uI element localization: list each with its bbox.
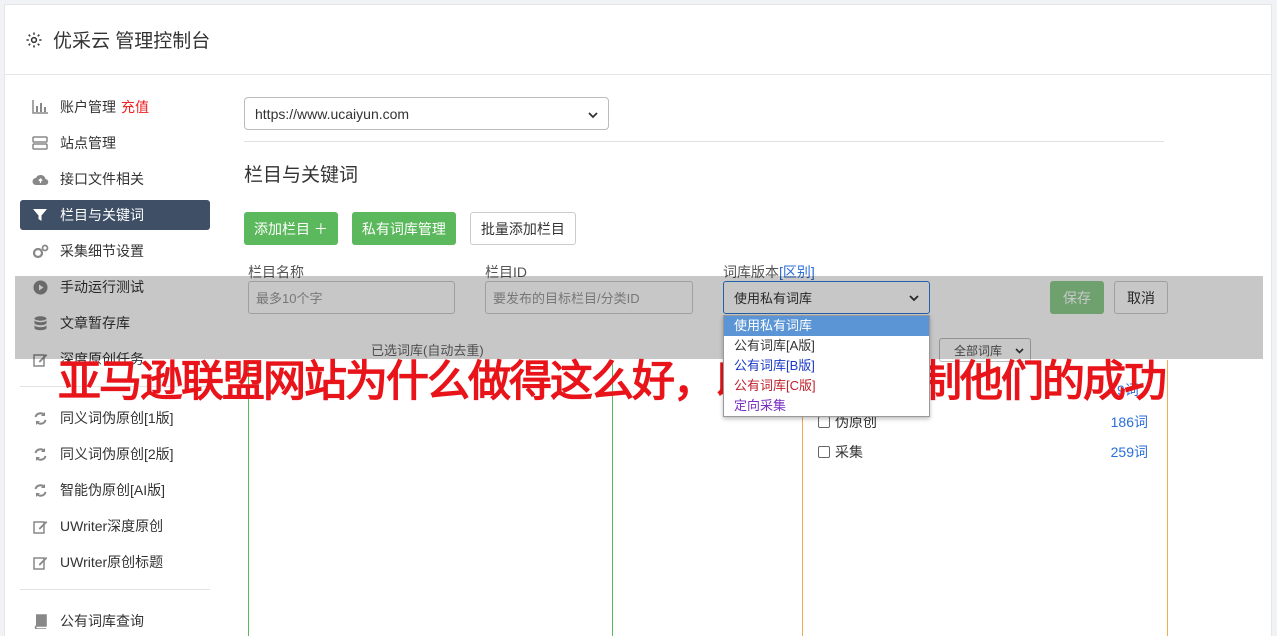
sidebar-item-sites[interactable]: 站点管理 — [20, 128, 210, 158]
edit-icon — [31, 350, 49, 368]
column-name-input[interactable]: 最多10个字 — [248, 281, 455, 314]
sidebar-item-label: 站点管理 — [60, 135, 116, 151]
sidebar-item-label: 同义词伪原创[2版] — [60, 446, 174, 462]
sidebar-item-label: 公有词库查询 — [60, 613, 144, 629]
save-button[interactable]: 保存 — [1050, 281, 1104, 314]
refresh-icon — [31, 445, 49, 463]
watermark-text: 亚马逊联盟网站为什么做得这么好，以及如何复制他们的成功 — [58, 357, 1167, 407]
sidebar-item-label: UWriter深度原创 — [60, 518, 164, 534]
column-name-label: 栏目名称 — [248, 264, 304, 280]
sidebar-item-collect-settings[interactable]: 采集细节设置 — [20, 236, 210, 266]
filter-icon — [31, 206, 49, 224]
private-lib-button[interactable]: 私有词库管理 — [351, 212, 456, 245]
main-content: https://www.ucaiyun.com 栏目与关键词 添加栏目 ＋ 私有… — [244, 97, 1168, 314]
batch-add-button[interactable]: 批量添加栏目 — [469, 212, 576, 245]
bar-chart-icon — [31, 98, 49, 116]
dropdown-option[interactable]: 公有词库[A版] — [724, 336, 929, 356]
sidebar-item-label: 采集细节设置 — [60, 243, 144, 259]
sidebar-item-synonym-v1[interactable]: 同义词伪原创[1版] — [20, 403, 210, 433]
server-icon — [31, 134, 49, 152]
dropdown-option[interactable]: 定向采集 — [724, 396, 929, 416]
sidebar-item-label: 栏目与关键词 — [60, 207, 144, 223]
diff-link[interactable]: [区别] — [779, 264, 815, 280]
chevron-down-icon — [909, 290, 919, 305]
sidebar-item-interface[interactable]: 接口文件相关 — [20, 164, 210, 194]
sidebar-divider — [20, 589, 210, 590]
column-id-input[interactable]: 要发布的目标栏目/分类ID — [485, 281, 693, 314]
cogs-icon — [31, 242, 49, 260]
site-select[interactable]: https://www.ucaiyun.com — [244, 97, 609, 130]
lib-checkbox[interactable] — [818, 416, 830, 428]
placeholder-text: 最多10个字 — [256, 291, 323, 306]
dropdown-option[interactable]: 公有词库[C版] — [724, 376, 929, 396]
select-value: 使用私有词库 — [734, 291, 813, 306]
sidebar-item-ai-rewrite[interactable]: 智能伪原创[AI版] — [20, 475, 210, 505]
action-buttons: 添加栏目 ＋ 私有词库管理 批量添加栏目 — [244, 212, 1164, 245]
sidebar-item-label: 接口文件相关 — [60, 171, 144, 187]
site-select-value: https://www.ucaiyun.com — [255, 105, 410, 122]
section-title: 栏目与关键词 — [244, 165, 359, 186]
cancel-button[interactable]: 取消 — [1114, 281, 1168, 314]
chevron-down-icon — [588, 106, 598, 122]
sidebar-item-synonym-v2[interactable]: 同义词伪原创[2版] — [20, 439, 210, 469]
lib-version-text: 词库版本 — [723, 264, 779, 280]
recharge-link[interactable]: 充值 — [121, 97, 149, 117]
edit-icon — [31, 553, 49, 571]
sidebar-item-columns[interactable]: 栏目与关键词 — [20, 200, 210, 230]
lib-count[interactable]: 186词 — [1111, 412, 1148, 432]
refresh-icon — [31, 409, 49, 427]
lib-checkbox[interactable] — [818, 446, 830, 458]
edit-icon — [31, 517, 49, 535]
sidebar-item-label: 同义词伪原创[1版] — [60, 410, 174, 426]
sidebar-item-article-store[interactable]: 文章暂存库 — [20, 308, 210, 338]
sidebar-item-public-lib[interactable]: 公有词库查询 — [20, 606, 210, 636]
lib-version-dropdown: 使用私有词库 公有词库[A版] 公有词库[B版] 公有词库[C版] 定向采集 — [723, 315, 930, 417]
sidebar-item-uwriter-deep[interactable]: UWriter深度原创 — [20, 511, 210, 541]
refresh-icon — [31, 481, 49, 499]
page-title: 优采云 管理控制台 — [53, 31, 211, 52]
sidebar-item-manual-run[interactable]: 手动运行测试 — [20, 272, 210, 302]
lib-row-collect[interactable]: 采集 259词 — [818, 442, 1148, 462]
play-circle-icon — [31, 278, 49, 296]
dropdown-option[interactable]: 公有词库[B版] — [724, 356, 929, 376]
divider — [244, 141, 1164, 142]
lib-version-label: 词库版本[区别] — [723, 262, 815, 282]
sidebar-item-label: 手动运行测试 — [60, 279, 144, 295]
header: 优采云 管理控制台 — [5, 5, 1271, 75]
sidebar-item-label: 智能伪原创[AI版] — [60, 482, 166, 498]
sidebar-item-label: 账户管理 — [60, 99, 116, 115]
sidebar-item-account[interactable]: 账户管理 充值 — [20, 92, 210, 122]
lib-name: 采集 — [835, 444, 863, 460]
sidebar-item-label: UWriter原创标题 — [60, 554, 164, 570]
placeholder-text: 要发布的目标栏目/分类ID — [493, 291, 640, 306]
lib-count[interactable]: 259词 — [1111, 442, 1148, 462]
gear-icon — [25, 31, 43, 49]
sidebar-item-label: 文章暂存库 — [60, 315, 130, 331]
chevron-down-icon — [1015, 343, 1024, 357]
book-icon — [31, 612, 49, 630]
sidebar-item-uwriter-title[interactable]: UWriter原创标题 — [20, 547, 210, 577]
column-id-label: 栏目ID — [485, 264, 527, 280]
database-icon — [31, 314, 49, 332]
select-value: 全部词库 — [954, 343, 1003, 358]
cloud-upload-icon — [31, 170, 49, 188]
lib-version-select[interactable]: 使用私有词库 — [723, 281, 930, 314]
dropdown-option[interactable]: 使用私有词库 — [724, 316, 929, 336]
add-column-button[interactable]: 添加栏目 ＋ — [244, 212, 338, 245]
